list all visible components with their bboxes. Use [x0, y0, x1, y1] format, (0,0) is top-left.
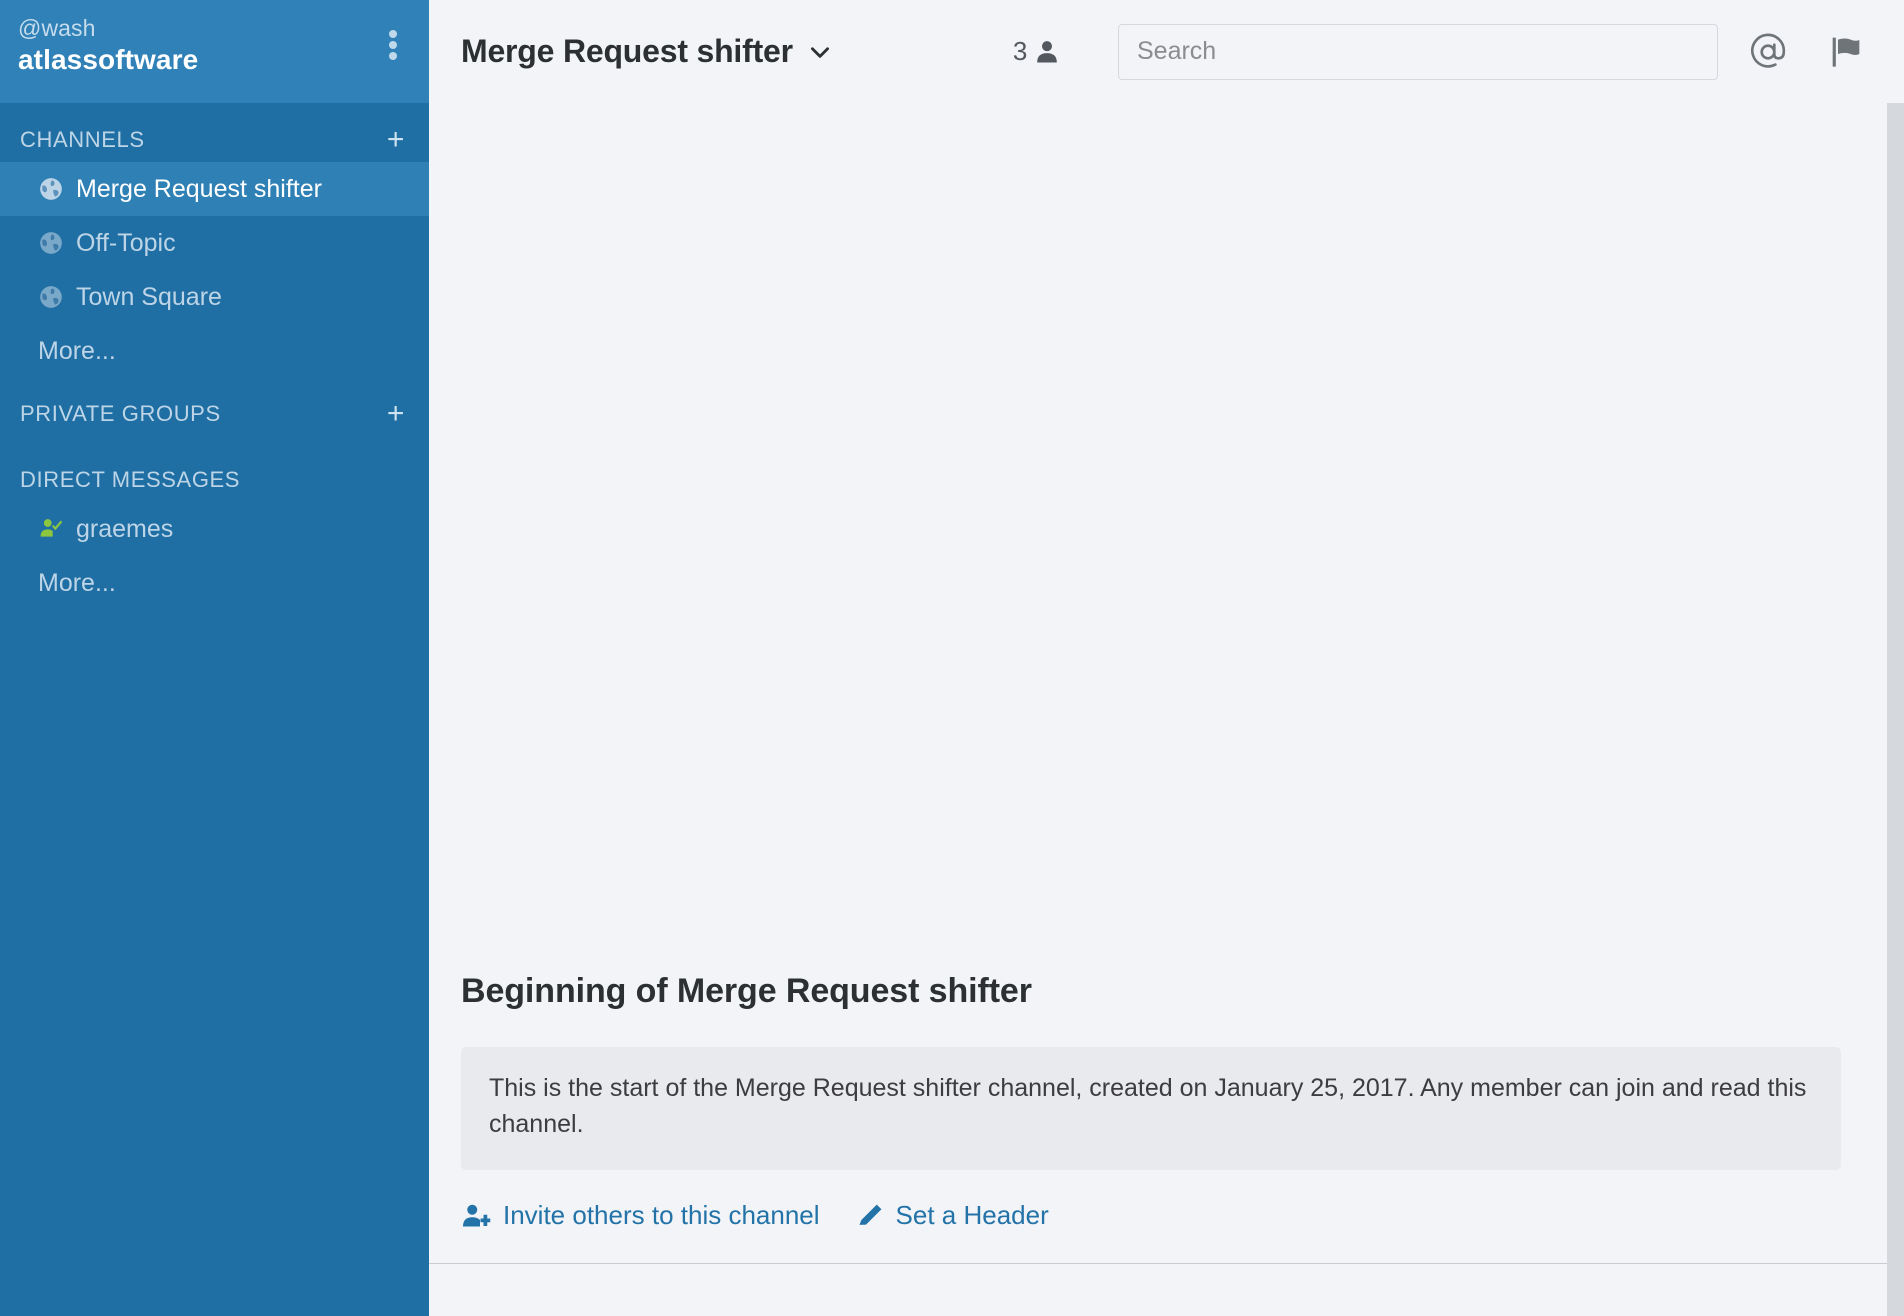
pencil-icon — [859, 1204, 881, 1225]
sidebar-item-town-square[interactable]: Town Square — [0, 270, 429, 324]
sidebar-item-label: Merge Request shifter — [76, 174, 322, 203]
sidebar-section-title-channels: CHANNELS — [20, 127, 145, 152]
channel-title-dropdown[interactable]: Merge Request shifter — [461, 33, 833, 70]
invite-others-label: Invite others to this channel — [503, 1200, 820, 1230]
set-header-link[interactable]: Set a Header — [856, 1200, 1049, 1231]
main-panel: Merge Request shifter 3 Search Beginning… — [429, 0, 1904, 1316]
dot — [389, 30, 397, 38]
sidebar-section-header-channels: CHANNELS + — [0, 118, 429, 162]
search-input[interactable] — [1118, 23, 1718, 80]
team-header-text: @wash atlassoftware — [18, 15, 199, 76]
vertical-scrollbar[interactable] — [1887, 103, 1904, 1316]
sidebar: @wash atlassoftware CHANNELS + Merge Req… — [0, 0, 429, 1316]
sidebar-item-off-topic[interactable]: Off-Topic — [0, 216, 429, 270]
header-right-controls — [1118, 23, 1874, 80]
sidebar-body: CHANNELS + Merge Request shifter Off-Top… — [0, 103, 429, 1316]
chevron-down-icon — [810, 46, 829, 58]
channel-intro-actions: Invite others to this channel Set a Head… — [461, 1200, 1872, 1241]
sidebar-item-merge-request-shifter[interactable]: Merge Request shifter — [0, 162, 429, 216]
sidebar-section-title-private-groups: PRIVATE GROUPS — [20, 401, 221, 426]
sidebar-section-header-direct-messages: DIRECT MESSAGES — [0, 458, 429, 502]
sidebar-item-label: Off-Topic — [76, 228, 176, 257]
dots-vertical-icon[interactable] — [379, 26, 407, 64]
sidebar-section-title-direct-messages: DIRECT MESSAGES — [20, 467, 241, 492]
user-online-icon — [40, 519, 63, 537]
app-root: @wash atlassoftware CHANNELS + Merge Req… — [0, 0, 1904, 1316]
sidebar-more-channels[interactable]: More... — [0, 324, 429, 378]
dot — [389, 52, 397, 60]
page-title: Merge Request shifter — [461, 33, 793, 69]
channel-intro-title: Beginning of Merge Request shifter — [461, 972, 1032, 1010]
message-composer[interactable] — [429, 1264, 1904, 1316]
flagged-posts-button[interactable] — [1818, 24, 1874, 80]
add-channel-button[interactable]: + — [385, 125, 407, 155]
sidebar-section-header-private-groups: PRIVATE GROUPS + — [0, 392, 429, 436]
team-name: atlassoftware — [18, 44, 199, 76]
globe-icon — [40, 178, 62, 200]
set-header-label: Set a Header — [895, 1200, 1049, 1230]
user-add-icon — [463, 1204, 491, 1226]
invite-others-link[interactable]: Invite others to this channel — [461, 1200, 820, 1231]
composer-divider — [429, 1263, 1904, 1264]
globe-icon — [40, 232, 62, 254]
channel-header: Merge Request shifter 3 — [429, 0, 1904, 103]
channel-intro: Beginning of Merge Request shifter This … — [461, 972, 1872, 1263]
sidebar-item-label: Town Square — [76, 282, 222, 311]
sidebar-item-label: graemes — [76, 514, 174, 543]
flag-icon — [1832, 37, 1860, 67]
sidebar-item-graemes[interactable]: graemes — [0, 502, 429, 556]
at-mention-icon — [1751, 33, 1786, 68]
user-handle: @wash — [18, 15, 96, 41]
user-icon — [1037, 40, 1058, 62]
team-header: @wash atlassoftware — [0, 0, 429, 103]
sidebar-more-direct-messages[interactable]: More... — [0, 556, 429, 610]
direct-message-list: graemes More... — [0, 502, 429, 610]
post-list: Beginning of Merge Request shifter This … — [429, 103, 1904, 1264]
dot — [389, 41, 397, 49]
at-mention-button[interactable] — [1740, 24, 1796, 80]
member-count-value: 3 — [1012, 36, 1028, 66]
add-private-group-button[interactable]: + — [385, 399, 407, 429]
globe-icon — [40, 286, 62, 308]
channel-list: Merge Request shifter Off-Topic Town Squ… — [0, 162, 429, 378]
member-count[interactable]: 3 — [1013, 36, 1061, 67]
channel-intro-description: This is the start of the Merge Request s… — [461, 1047, 1841, 1170]
